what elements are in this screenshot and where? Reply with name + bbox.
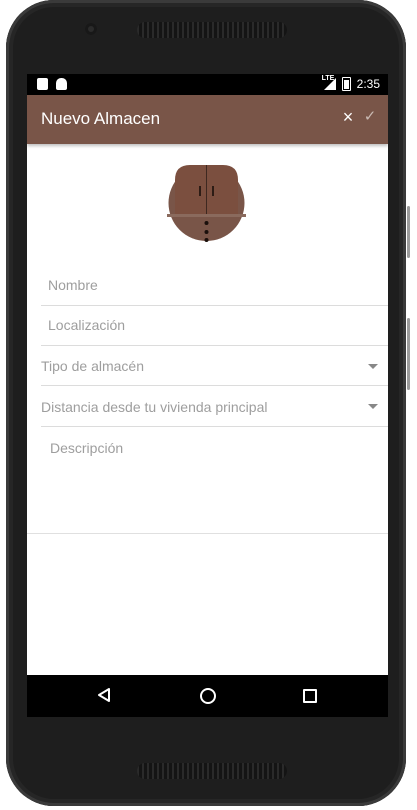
notification-icon — [37, 78, 48, 90]
tipo-almacen-label: Tipo de almacén — [41, 358, 144, 374]
distancia-label: Distancia desde tu vivienda principal — [41, 399, 268, 415]
volume-button — [407, 206, 410, 258]
nombre-field[interactable]: Nombre — [41, 266, 388, 306]
top-speaker — [137, 22, 287, 38]
recent-apps-icon[interactable] — [303, 689, 317, 703]
confirm-icon[interactable]: ✓ — [362, 107, 378, 125]
storage-avatar[interactable] — [165, 160, 248, 246]
localizacion-placeholder: Localización — [48, 317, 126, 333]
power-button — [407, 318, 410, 390]
bottom-speaker — [137, 763, 287, 779]
battery-charging-icon — [341, 77, 351, 91]
page-title: Nuevo Almacen — [41, 109, 161, 128]
drawer-knob — [204, 238, 209, 242]
distancia-dropdown[interactable]: Distancia desde tu vivienda principal — [41, 386, 388, 427]
clock: 2:35 — [356, 77, 380, 91]
nombre-placeholder: Nombre — [48, 277, 98, 293]
android-icon — [56, 78, 67, 90]
descripcion-field[interactable]: Descripción — [41, 427, 388, 532]
drawer-knob — [204, 230, 209, 234]
status-bar: LTE 2:35 — [27, 74, 388, 95]
screen: LTE 2:35 Nuevo Almacen × ✓ Nombre Locali… — [27, 74, 388, 717]
signal-icon: LTE — [321, 75, 336, 90]
back-icon[interactable] — [97, 687, 111, 703]
close-icon[interactable]: × — [339, 107, 357, 128]
chevron-down-icon — [368, 364, 378, 369]
descripcion-placeholder: Descripción — [50, 440, 124, 456]
cabinet-shelf — [167, 214, 246, 217]
drawer-knob — [204, 221, 209, 225]
app-bar: Nuevo Almacen × ✓ — [27, 95, 388, 144]
home-icon[interactable] — [200, 688, 216, 704]
navigation-bar — [27, 675, 388, 717]
localizacion-field[interactable]: Localización — [41, 306, 388, 346]
tipo-almacen-dropdown[interactable]: Tipo de almacén — [41, 346, 388, 386]
chevron-down-icon — [368, 404, 378, 409]
network-label: LTE — [321, 75, 335, 82]
descripcion-underline — [27, 533, 388, 534]
camera-icon — [85, 23, 97, 35]
